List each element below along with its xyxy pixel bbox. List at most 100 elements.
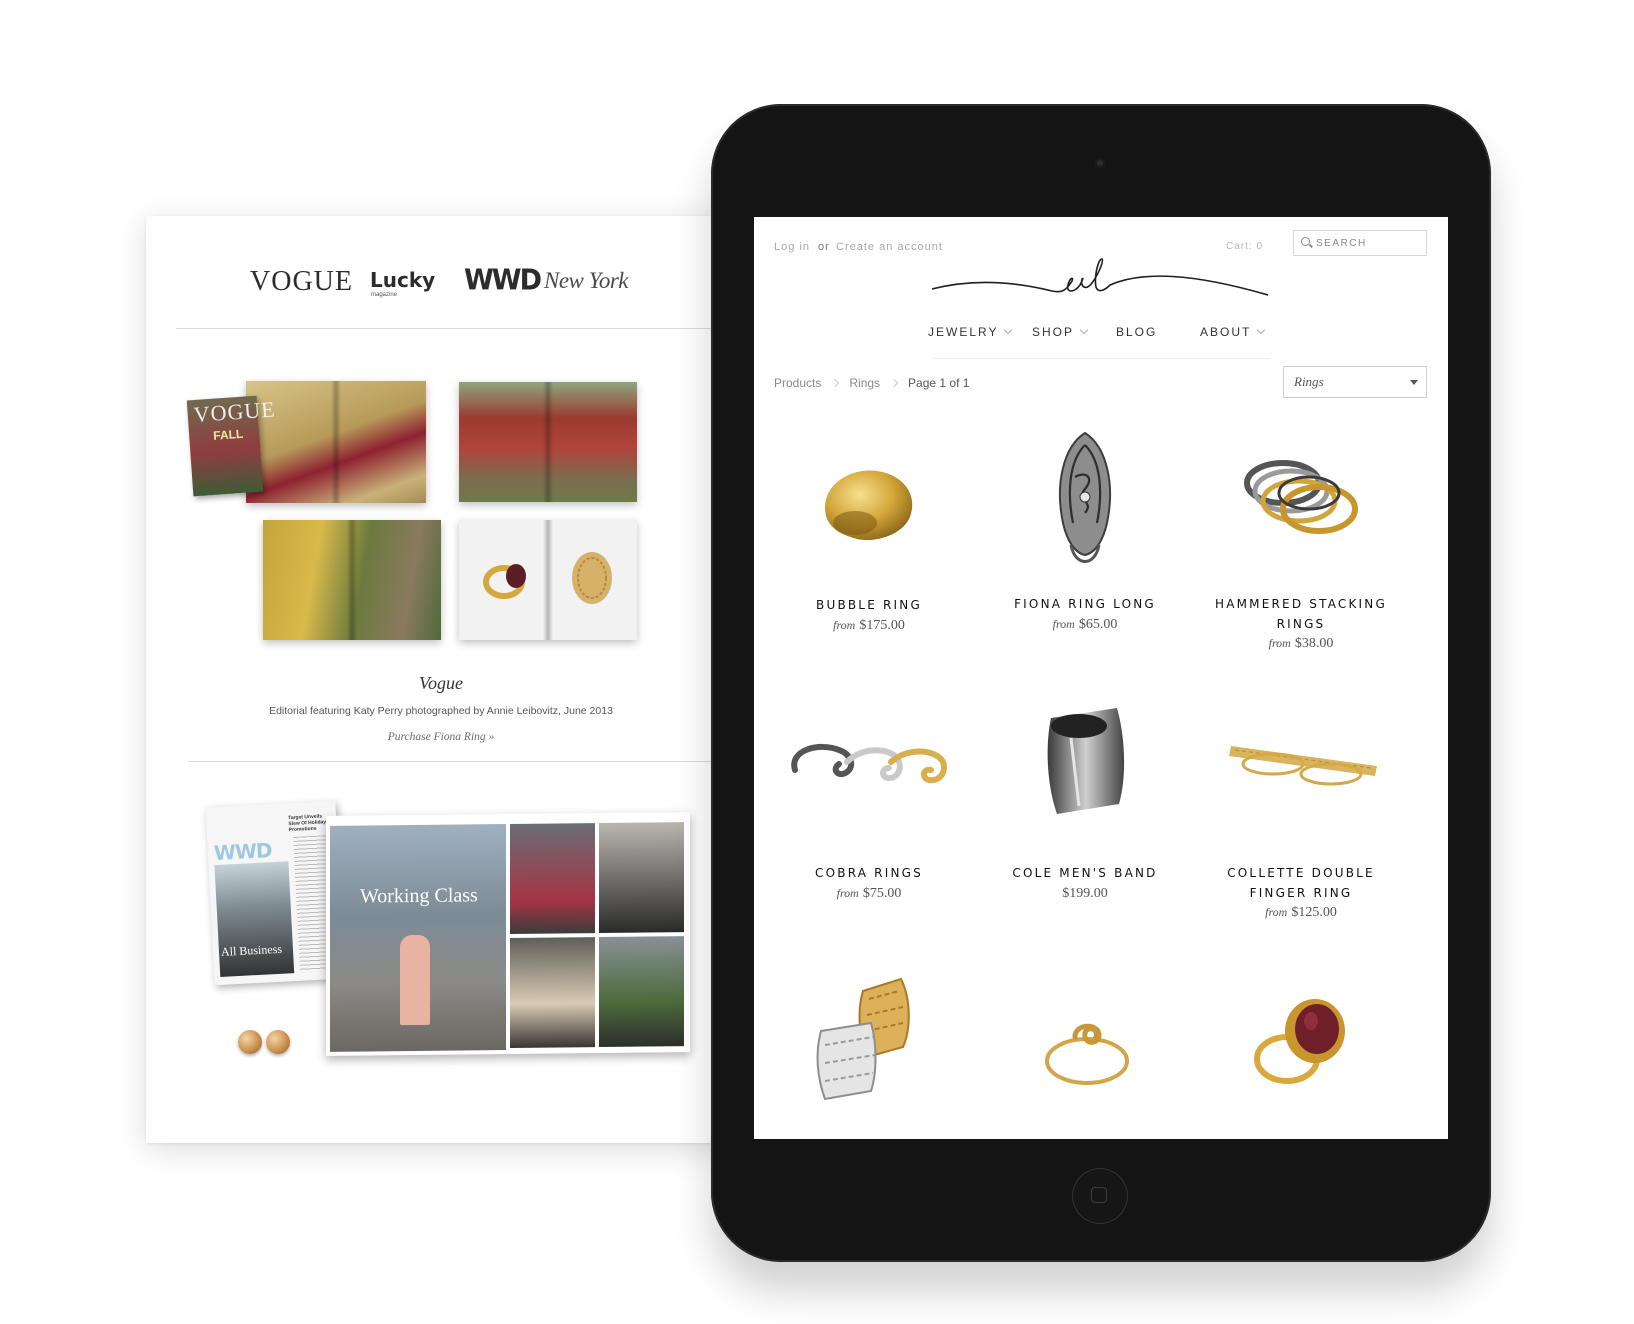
product-card-knot-ring[interactable] <box>975 969 1195 1124</box>
chevron-right-icon <box>831 378 840 388</box>
chevron-down-icon <box>1257 325 1266 335</box>
nav-item-label: ABOUT <box>1200 325 1252 339</box>
nav-item-shop[interactable]: SHOP <box>1032 325 1089 339</box>
ring-spread-image <box>459 520 637 640</box>
press-feature-title: Vogue <box>419 673 463 693</box>
product-card-bubble-ring[interactable]: BUBBLE RING from $175.00 <box>759 427 979 633</box>
product-name-line: RINGS <box>1276 617 1326 631</box>
breadcrumb-page: Page 1 of 1 <box>908 376 970 390</box>
product-name-line: COLLETTE DOUBLE <box>1227 866 1375 880</box>
brand-logo[interactable]: vl <box>932 247 1268 307</box>
garden-spread-image <box>263 520 441 640</box>
price-value: $65.00 <box>1078 617 1118 632</box>
product-card-garnet-signet-ring[interactable] <box>1191 969 1411 1124</box>
new-york-logo[interactable]: New York <box>544 268 628 294</box>
product-name[interactable]: FIONA RING LONG <box>975 594 1195 614</box>
nav-item-label: BLOG <box>1116 325 1158 339</box>
vogue-logo[interactable]: VOGUE <box>250 266 353 298</box>
press-page: VOGUE Lucky magazine WWD New York VOGUE … <box>146 216 736 1143</box>
earring <box>238 1030 262 1054</box>
main-nav: JEWELRY SHOP BLOG ABOUT <box>754 325 1448 345</box>
cover-headline: FALL <box>212 426 244 443</box>
ny-spread-left-page: Working Class <box>330 824 506 1052</box>
nav-item-label: JEWELRY <box>928 325 999 339</box>
spread-fold <box>331 381 341 503</box>
cobra-rings-image[interactable] <box>759 696 979 846</box>
search-icon <box>1301 237 1310 246</box>
from-label: from <box>1268 636 1291 650</box>
from-label: from <box>1052 617 1075 631</box>
product-price: from $38.00 <box>1191 636 1411 652</box>
product-card-fiona-ring-long[interactable]: FIONA RING LONG from $65.00 <box>975 427 1195 632</box>
product-name[interactable]: COLE MEN'S BAND <box>975 863 1195 883</box>
ny-spread-photo <box>510 823 595 934</box>
chevron-down-icon <box>1004 325 1013 335</box>
press-divider <box>176 328 736 329</box>
breadcrumb-rings[interactable]: Rings <box>849 376 880 390</box>
camera-icon <box>1095 158 1105 168</box>
collection-filter-select[interactable]: Rings <box>1283 366 1427 398</box>
fiona-ring-long-image[interactable] <box>975 427 1195 577</box>
garnet-signet-ring-image[interactable] <box>1191 969 1411 1119</box>
collette-double-finger-ring-image[interactable] <box>1191 696 1411 846</box>
product-card-cobra-rings[interactable]: COBRA RINGS from $75.00 <box>759 696 979 901</box>
purchase-fiona-ring-link[interactable]: Purchase Fiona Ring » <box>146 731 736 743</box>
login-link[interactable]: Log in <box>774 241 810 253</box>
nav-item-jewelry[interactable]: JEWELRY <box>928 325 1013 339</box>
product-card-hammered-stacking-rings[interactable]: HAMMERED STACKING RINGS from $38.00 <box>1191 427 1411 651</box>
ny-spread-photo <box>510 937 595 1048</box>
wwd-page-caption: All Business <box>220 941 283 959</box>
lace-band-rings-image[interactable] <box>759 969 979 1119</box>
breadcrumb: Products Rings Page 1 of 1 <box>774 376 969 390</box>
product-name[interactable]: COLLETTE DOUBLE FINGER RING <box>1191 863 1411 903</box>
knot-ring-image[interactable] <box>975 969 1195 1119</box>
from-label: from <box>833 618 856 632</box>
price-value: $38.00 <box>1294 636 1334 651</box>
store-screen: Log in or Create an account Cart: 0 vl J… <box>754 217 1448 1139</box>
ny-spread-photo <box>599 822 684 934</box>
home-icon <box>1091 1187 1107 1203</box>
cole-mens-band-image[interactable] <box>975 696 1195 846</box>
product-name[interactable]: HAMMERED STACKING RINGS <box>1191 594 1411 634</box>
chevron-down-icon <box>1079 325 1089 335</box>
press-feature-caption: Editorial featuring Katy Perry photograp… <box>269 705 613 717</box>
price-value: $125.00 <box>1291 905 1337 920</box>
product-name[interactable]: BUBBLE RING <box>759 595 979 615</box>
home-button[interactable] <box>1072 1168 1128 1224</box>
ny-spread-headline: Working Class <box>360 884 478 908</box>
ny-spread-right-page <box>510 822 686 1050</box>
create-account-link[interactable]: Create an account <box>836 241 943 253</box>
spread-fold <box>347 520 357 640</box>
ny-spread-model <box>400 934 430 1026</box>
price-value: $199.00 <box>1062 886 1108 901</box>
ring-spread-rings <box>483 552 612 604</box>
hammered-stacking-rings-image[interactable] <box>1191 427 1411 577</box>
chevron-right-icon <box>889 378 899 388</box>
tablet-device: Log in or Create an account Cart: 0 vl J… <box>711 104 1491 1262</box>
product-card-collette-double-finger-ring[interactable]: COLLETTE DOUBLE FINGER RING from $125.00 <box>1191 696 1411 920</box>
bubble-ring-image[interactable] <box>759 427 979 577</box>
vogue-cover-image: VOGUE FALL <box>186 395 276 497</box>
press-logo-row: VOGUE Lucky magazine WWD New York <box>146 264 736 306</box>
product-card-lace-band-rings[interactable] <box>759 969 979 1124</box>
breadcrumb-products[interactable]: Products <box>774 376 821 390</box>
earring <box>266 1030 290 1054</box>
nav-item-about[interactable]: ABOUT <box>1200 325 1266 339</box>
earrings-image <box>238 1026 298 1056</box>
product-price: from $65.00 <box>975 617 1195 633</box>
wwd-logo[interactable]: WWD <box>464 264 542 297</box>
price-value: $175.00 <box>859 618 905 633</box>
nav-divider <box>932 358 1270 359</box>
nav-item-blog[interactable]: BLOG <box>1116 325 1157 339</box>
product-price: from $175.00 <box>759 618 979 634</box>
product-card-cole-mens-band[interactable]: COLE MEN'S BAND $199.00 <box>975 696 1195 901</box>
search-box[interactable] <box>1293 230 1427 256</box>
search-input[interactable] <box>1316 234 1420 252</box>
filter-selected-value: Rings <box>1294 374 1324 389</box>
spread-fold <box>543 382 553 502</box>
lucky-logo-subtitle: magazine <box>371 292 398 298</box>
product-price: $199.00 <box>975 886 1195 902</box>
product-name[interactable]: COBRA RINGS <box>759 863 979 883</box>
lucky-logo[interactable]: Lucky <box>370 268 435 292</box>
from-label: from <box>836 886 859 900</box>
